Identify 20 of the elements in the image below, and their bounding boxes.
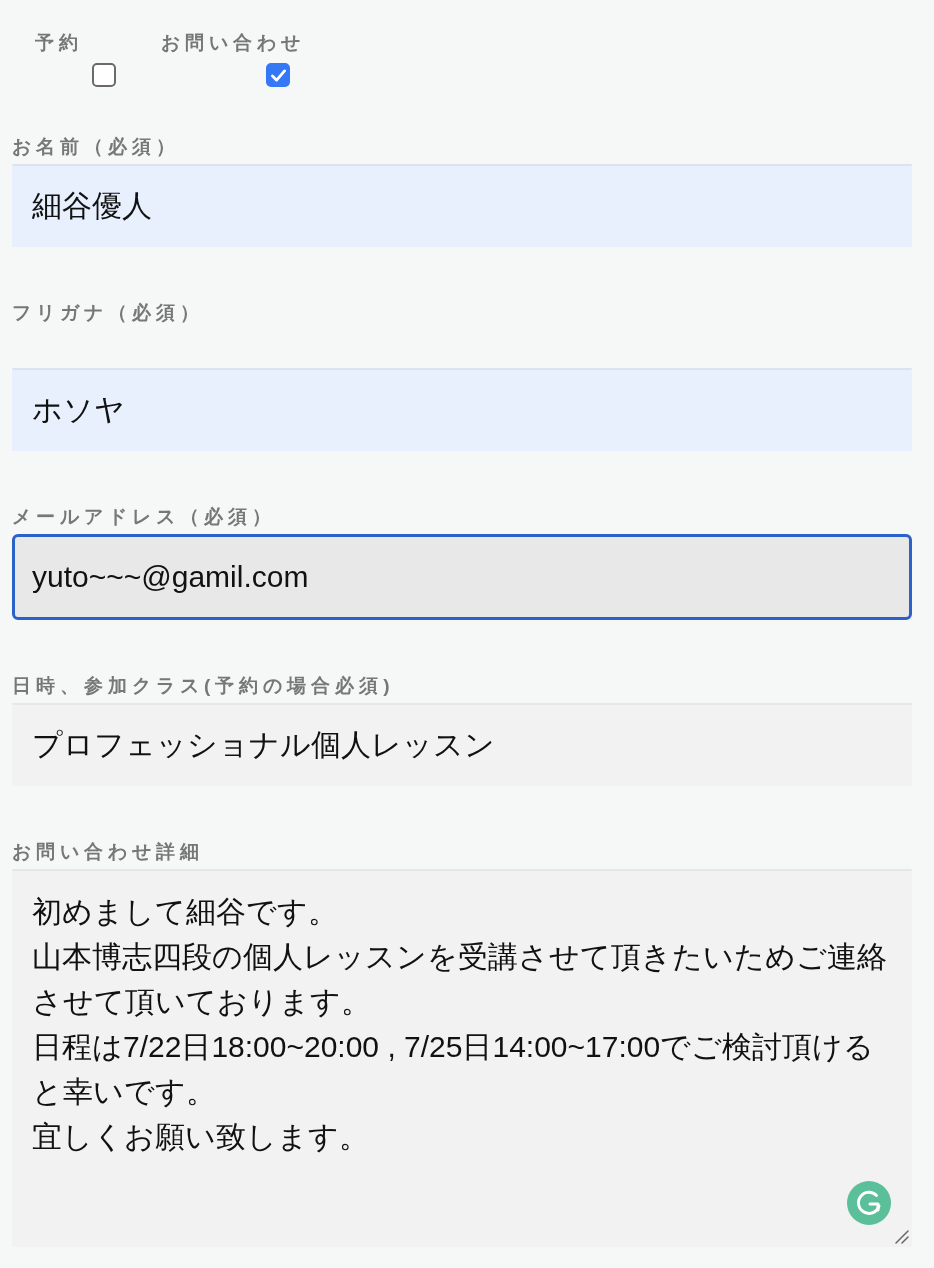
text-line: 宜しくお願い致します。 <box>32 1119 370 1155</box>
text-input[interactable]: 細谷優人 <box>12 164 912 247</box>
field-label: お名前（必須） <box>12 135 181 159</box>
checkmark-icon <box>270 68 286 82</box>
resize-grip-icon[interactable] <box>895 1230 909 1244</box>
text-line: 日程は7/22日18:00~20:00 , 7/25日14:00~17:00でご検討頂けると幸いです。 <box>32 1029 876 1110</box>
field-label: フリガナ（必須） <box>12 301 205 325</box>
textarea-field[interactable]: 初めまして細谷です。 山本博志四段の個人レッスンを受講させて頂きたいためご連絡させて頂いております。 日程は7/22日18:00~20:00 , 7/25日14:00~17:00でご検討頂けると幸いです。 宜しくお願い致します。 <box>12 869 912 1247</box>
checkbox[interactable] <box>92 63 116 87</box>
checkbox-label: お問い合わせ <box>161 31 305 55</box>
checkbox-label: 予約 <box>35 31 83 55</box>
text-input[interactable]: ホソヤ <box>12 368 912 451</box>
field-label: お問い合わせ詳細 <box>12 840 205 864</box>
field-label: メールアドレス（必須） <box>12 505 277 529</box>
text-line: 山本博志四段の個人レッスンを受講させて頂きたいためご連絡させて頂いております。 <box>32 939 888 1020</box>
text-input[interactable]: yuto~~~@gamil.com <box>12 534 912 620</box>
field-label: 日時、参加クラス(予約の場合必須) <box>12 674 396 698</box>
checkbox[interactable] <box>266 63 290 87</box>
text-line: 初めまして細谷です。 <box>32 894 339 930</box>
text-input[interactable]: プロフェッショナル個人レッスン <box>12 703 912 786</box>
